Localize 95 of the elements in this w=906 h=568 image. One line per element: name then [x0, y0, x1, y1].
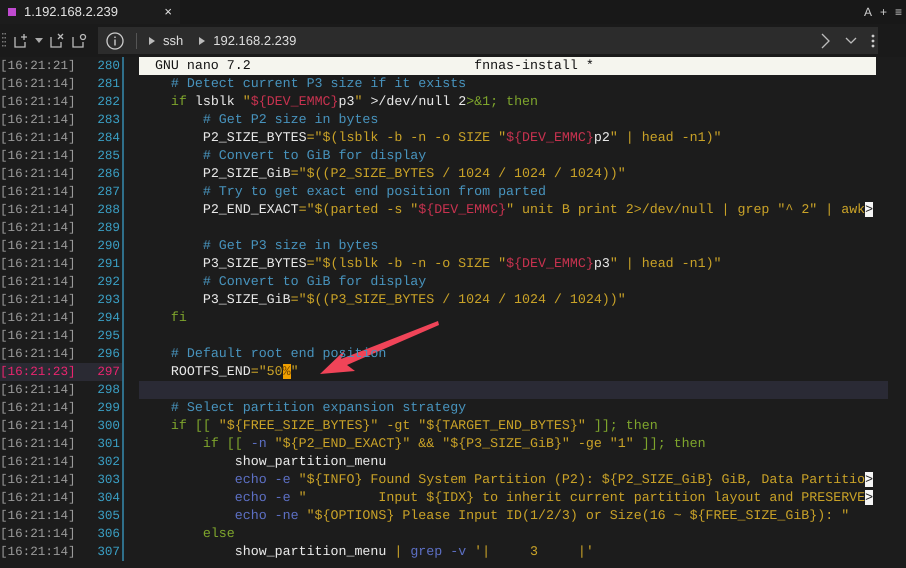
tab-title: 1.192.168.2.239 [24, 3, 118, 22]
line-number: 299 [96, 400, 120, 417]
timestamp: [16:21:14] [0, 346, 77, 363]
line-number: 281 [96, 76, 120, 93]
timestamp: [16:21:14] [0, 184, 77, 201]
line-number: 283 [96, 112, 120, 129]
line-number: 295 [96, 328, 120, 345]
file-name: fnnas-install * [474, 57, 594, 75]
timestamp: [16:21:14] [0, 112, 77, 129]
line-number: 305 [96, 508, 120, 525]
timestamp: [16:21:14] [0, 454, 77, 471]
line-number: 301 [96, 436, 120, 453]
code-line: P3_SIZE_BYTES="$(lsblk -b -n -o SIZE "${DEV_EMMC}p3" | head -n1)" [202, 255, 723, 273]
line-number: 306 [96, 526, 120, 543]
timestamp: [16:21:14] [0, 292, 77, 309]
line-number: 300 [96, 418, 120, 435]
info-icon[interactable] [106, 32, 124, 50]
code-line: P2_SIZE_GiB="$((P2_SIZE_BYTES / 1024 / 1024 / 1024))" [202, 165, 627, 183]
timestamp: [16:21:14] [0, 166, 77, 183]
timestamp: [16:21:14] [0, 436, 77, 453]
line-number: 298 [96, 382, 120, 399]
code-line: if [[ "${FREE_SIZE_BYTES}" -gt "${TARGET_END_BYTES}" ]]; then [170, 417, 659, 435]
line-number: 293 [96, 292, 120, 309]
timestamp: [16:21:14] [0, 544, 77, 561]
line-number: 285 [96, 148, 120, 165]
line-number: 286 [96, 166, 120, 183]
code-line: P2_SIZE_BYTES="$(lsblk -b -n -o SIZE "${DEV_EMMC}p2" | head -n1)" [202, 129, 723, 147]
timestamp: [16:21:14] [0, 526, 77, 543]
code-line: # Detect current P3 size if it exists [170, 75, 468, 93]
timestamp: [16:21:14] [0, 130, 77, 147]
line-number: 294 [96, 310, 120, 327]
code-line: # Select partition expansion strategy [170, 399, 468, 417]
timestamp: [16:21:14] [0, 418, 77, 435]
line-number: 290 [96, 238, 120, 255]
timestamp: [16:21:14] [0, 400, 77, 417]
timestamp: [16:21:14] [0, 202, 77, 219]
line-number: 282 [96, 94, 120, 111]
editor-version: GNU nano 7.2 [154, 57, 252, 75]
code-line: if lsblk "${DEV_EMMC}p3" >/dev/null 2>&1; then [170, 93, 540, 111]
code-line: if [[ -n "${P2_END_EXACT}" && "${P3_SIZE_GiB}" -ge "1" ]]; then [202, 435, 707, 453]
code-line: # Convert to GiB for display [202, 273, 428, 291]
grip-icon [2, 32, 6, 50]
timestamp: [16:21:14] [0, 328, 77, 345]
code-line: echo -e "${INFO} Found System Partition (P2): ${P2_SIZE_GiB} GiB, Data Partitio> [234, 471, 874, 489]
line-number: 304 [96, 490, 120, 507]
code-line: echo -e " Input ${IDX} to inherit current partition layout and PRESERVE> [234, 489, 874, 507]
code-line: else [202, 525, 236, 543]
add-button[interactable]: + [876, 3, 891, 21]
address-bar[interactable]: ssh 192.168.2.239 [98, 27, 878, 54]
tab-color-icon [8, 8, 16, 16]
code-line: # Convert to GiB for display [202, 147, 428, 165]
code-line: P3_SIZE_GiB="$((P3_SIZE_BYTES / 1024 / 1024 / 1024))" [202, 291, 627, 309]
triangle-icon [199, 36, 206, 44]
line-number: 288 [96, 202, 120, 219]
line-number: 280 [96, 58, 120, 75]
line-number: 303 [96, 472, 120, 489]
line-number: 307 [96, 544, 120, 561]
caret-icon[interactable] [32, 38, 46, 44]
code-line: fi [170, 309, 188, 327]
line-number: 287 [96, 184, 120, 201]
font-button[interactable]: A [860, 3, 876, 21]
triangle-icon [149, 36, 155, 44]
line-number: 292 [96, 274, 120, 291]
line-number: 302 [96, 454, 120, 471]
timestamp: [16:21:23] [0, 364, 77, 381]
code-line: show_partition_menu | grep -v '| 3 |' [234, 543, 595, 561]
timestamp: [16:21:14] [0, 310, 77, 327]
line-number: 297 [96, 364, 120, 381]
timestamp: [16:21:21] [0, 58, 77, 75]
breadcrumb-segment[interactable]: 192.168.2.239 [213, 30, 296, 50]
timestamp: [16:21:14] [0, 76, 77, 93]
line-number: 289 [96, 220, 120, 237]
breadcrumb-segment[interactable]: ssh [163, 30, 184, 50]
timestamp: [16:21:14] [0, 256, 77, 273]
line-number: 284 [96, 130, 120, 147]
timestamp: [16:21:14] [0, 490, 77, 507]
timestamp: [16:21:14] [0, 508, 77, 525]
menu-button[interactable]: ≡ [890, 3, 906, 21]
code-line: # Try to get exact end position from parted [202, 183, 547, 201]
code-line: echo -ne "${OPTIONS} Please Input ID(1/2/3) or Size(16 ~ ${FREE_SIZE_GiB}): " [234, 507, 850, 525]
code-line: # Get P3 size in bytes [202, 237, 380, 255]
timestamp: [16:21:14] [0, 238, 77, 255]
timestamp: [16:21:14] [0, 220, 77, 237]
timestamp: [16:21:14] [0, 94, 77, 111]
timestamp: [16:21:14] [0, 472, 77, 489]
close-icon[interactable]: × [164, 2, 172, 22]
line-number: 291 [96, 256, 120, 273]
timestamp: [16:21:14] [0, 148, 77, 165]
code-line: P2_END_EXACT="$(parted -s "${DEV_EMMC}" unit B print 2>/dev/null | grep "^ 2" | awk> [202, 201, 874, 219]
line-number: 296 [96, 346, 120, 363]
code-line: show_partition_menu [234, 453, 388, 471]
code-line: # Get P2 size in bytes [202, 111, 380, 129]
timestamp: [16:21:14] [0, 274, 77, 291]
timestamp: [16:21:14] [0, 382, 77, 399]
terminal-tab[interactable]: 1.192.168.2.239 × [0, 0, 180, 24]
